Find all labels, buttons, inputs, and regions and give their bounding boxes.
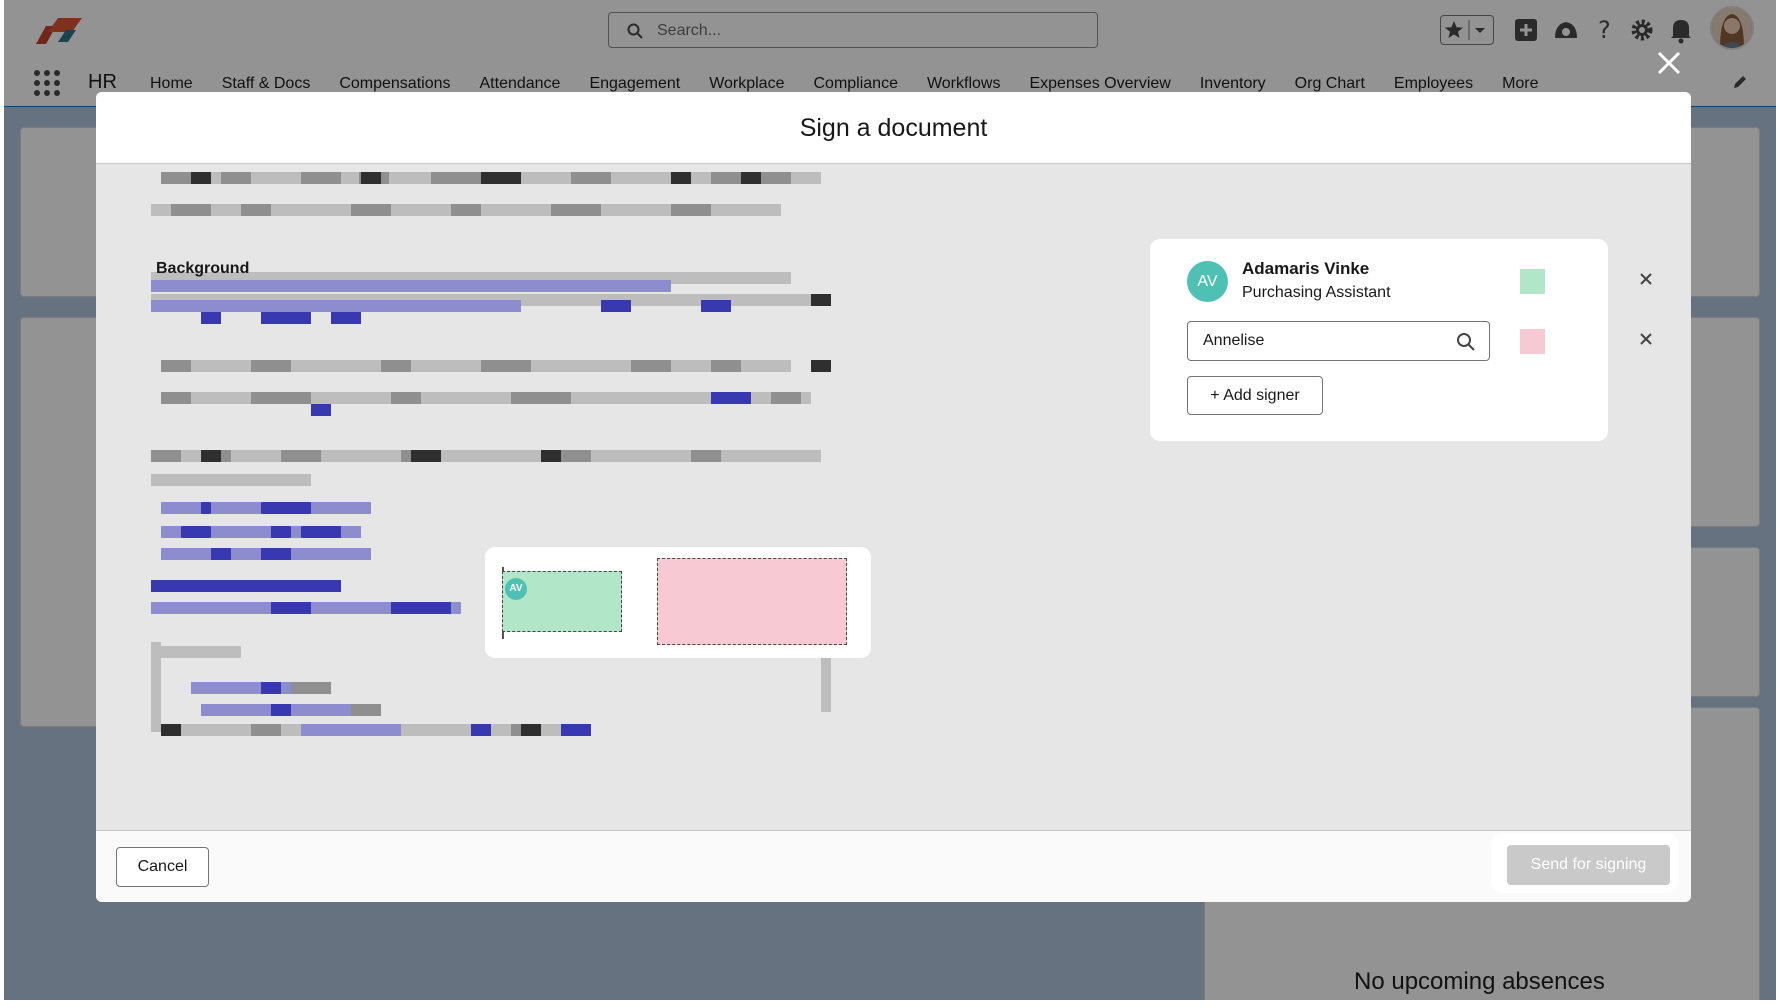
- modal-body: Background AV AV Adamaris Vinke Purchasi…: [96, 164, 1691, 830]
- signature-field-avatar: AV: [505, 578, 527, 600]
- modal-title: Sign a document: [96, 92, 1691, 164]
- send-button-highlight: Send for signing: [1491, 833, 1679, 893]
- signer-role: Purchasing Assistant: [1242, 284, 1391, 301]
- signer-name: Adamaris Vinke: [1242, 259, 1370, 278]
- modal-footer: Cancel Send for signing: [96, 830, 1691, 902]
- signer-avatar: AV: [1187, 261, 1228, 302]
- signature-field-first-signer[interactable]: AV: [502, 571, 622, 632]
- document-preview: Background: [151, 164, 951, 830]
- search-icon: [1457, 333, 1475, 351]
- signer-color-swatch-green: [1520, 269, 1545, 294]
- document-heading: Background: [156, 260, 250, 277]
- blurred-document-content: [151, 172, 831, 736]
- sign-document-modal: Sign a document Background AV AV Adamari…: [96, 92, 1691, 902]
- app-window: Search... ? HR Home Staff & Docs Compens…: [4, 0, 1776, 1000]
- cancel-button[interactable]: Cancel: [116, 847, 209, 887]
- signer-color-swatch-pink: [1520, 329, 1545, 354]
- remove-signer-close-icon[interactable]: [1638, 271, 1654, 287]
- signer-search-input[interactable]: [1187, 321, 1490, 361]
- close-modal-icon[interactable]: [1654, 48, 1684, 78]
- signature-field-second-signer[interactable]: [657, 558, 847, 645]
- signers-panel: AV Adamaris Vinke Purchasing Assistant +…: [1150, 239, 1608, 441]
- add-signer-button[interactable]: + Add signer: [1187, 376, 1323, 415]
- send-for-signing-button[interactable]: Send for signing: [1507, 845, 1670, 885]
- signature-fields-area: AV: [485, 547, 871, 658]
- remove-signer-close-icon[interactable]: [1638, 331, 1654, 347]
